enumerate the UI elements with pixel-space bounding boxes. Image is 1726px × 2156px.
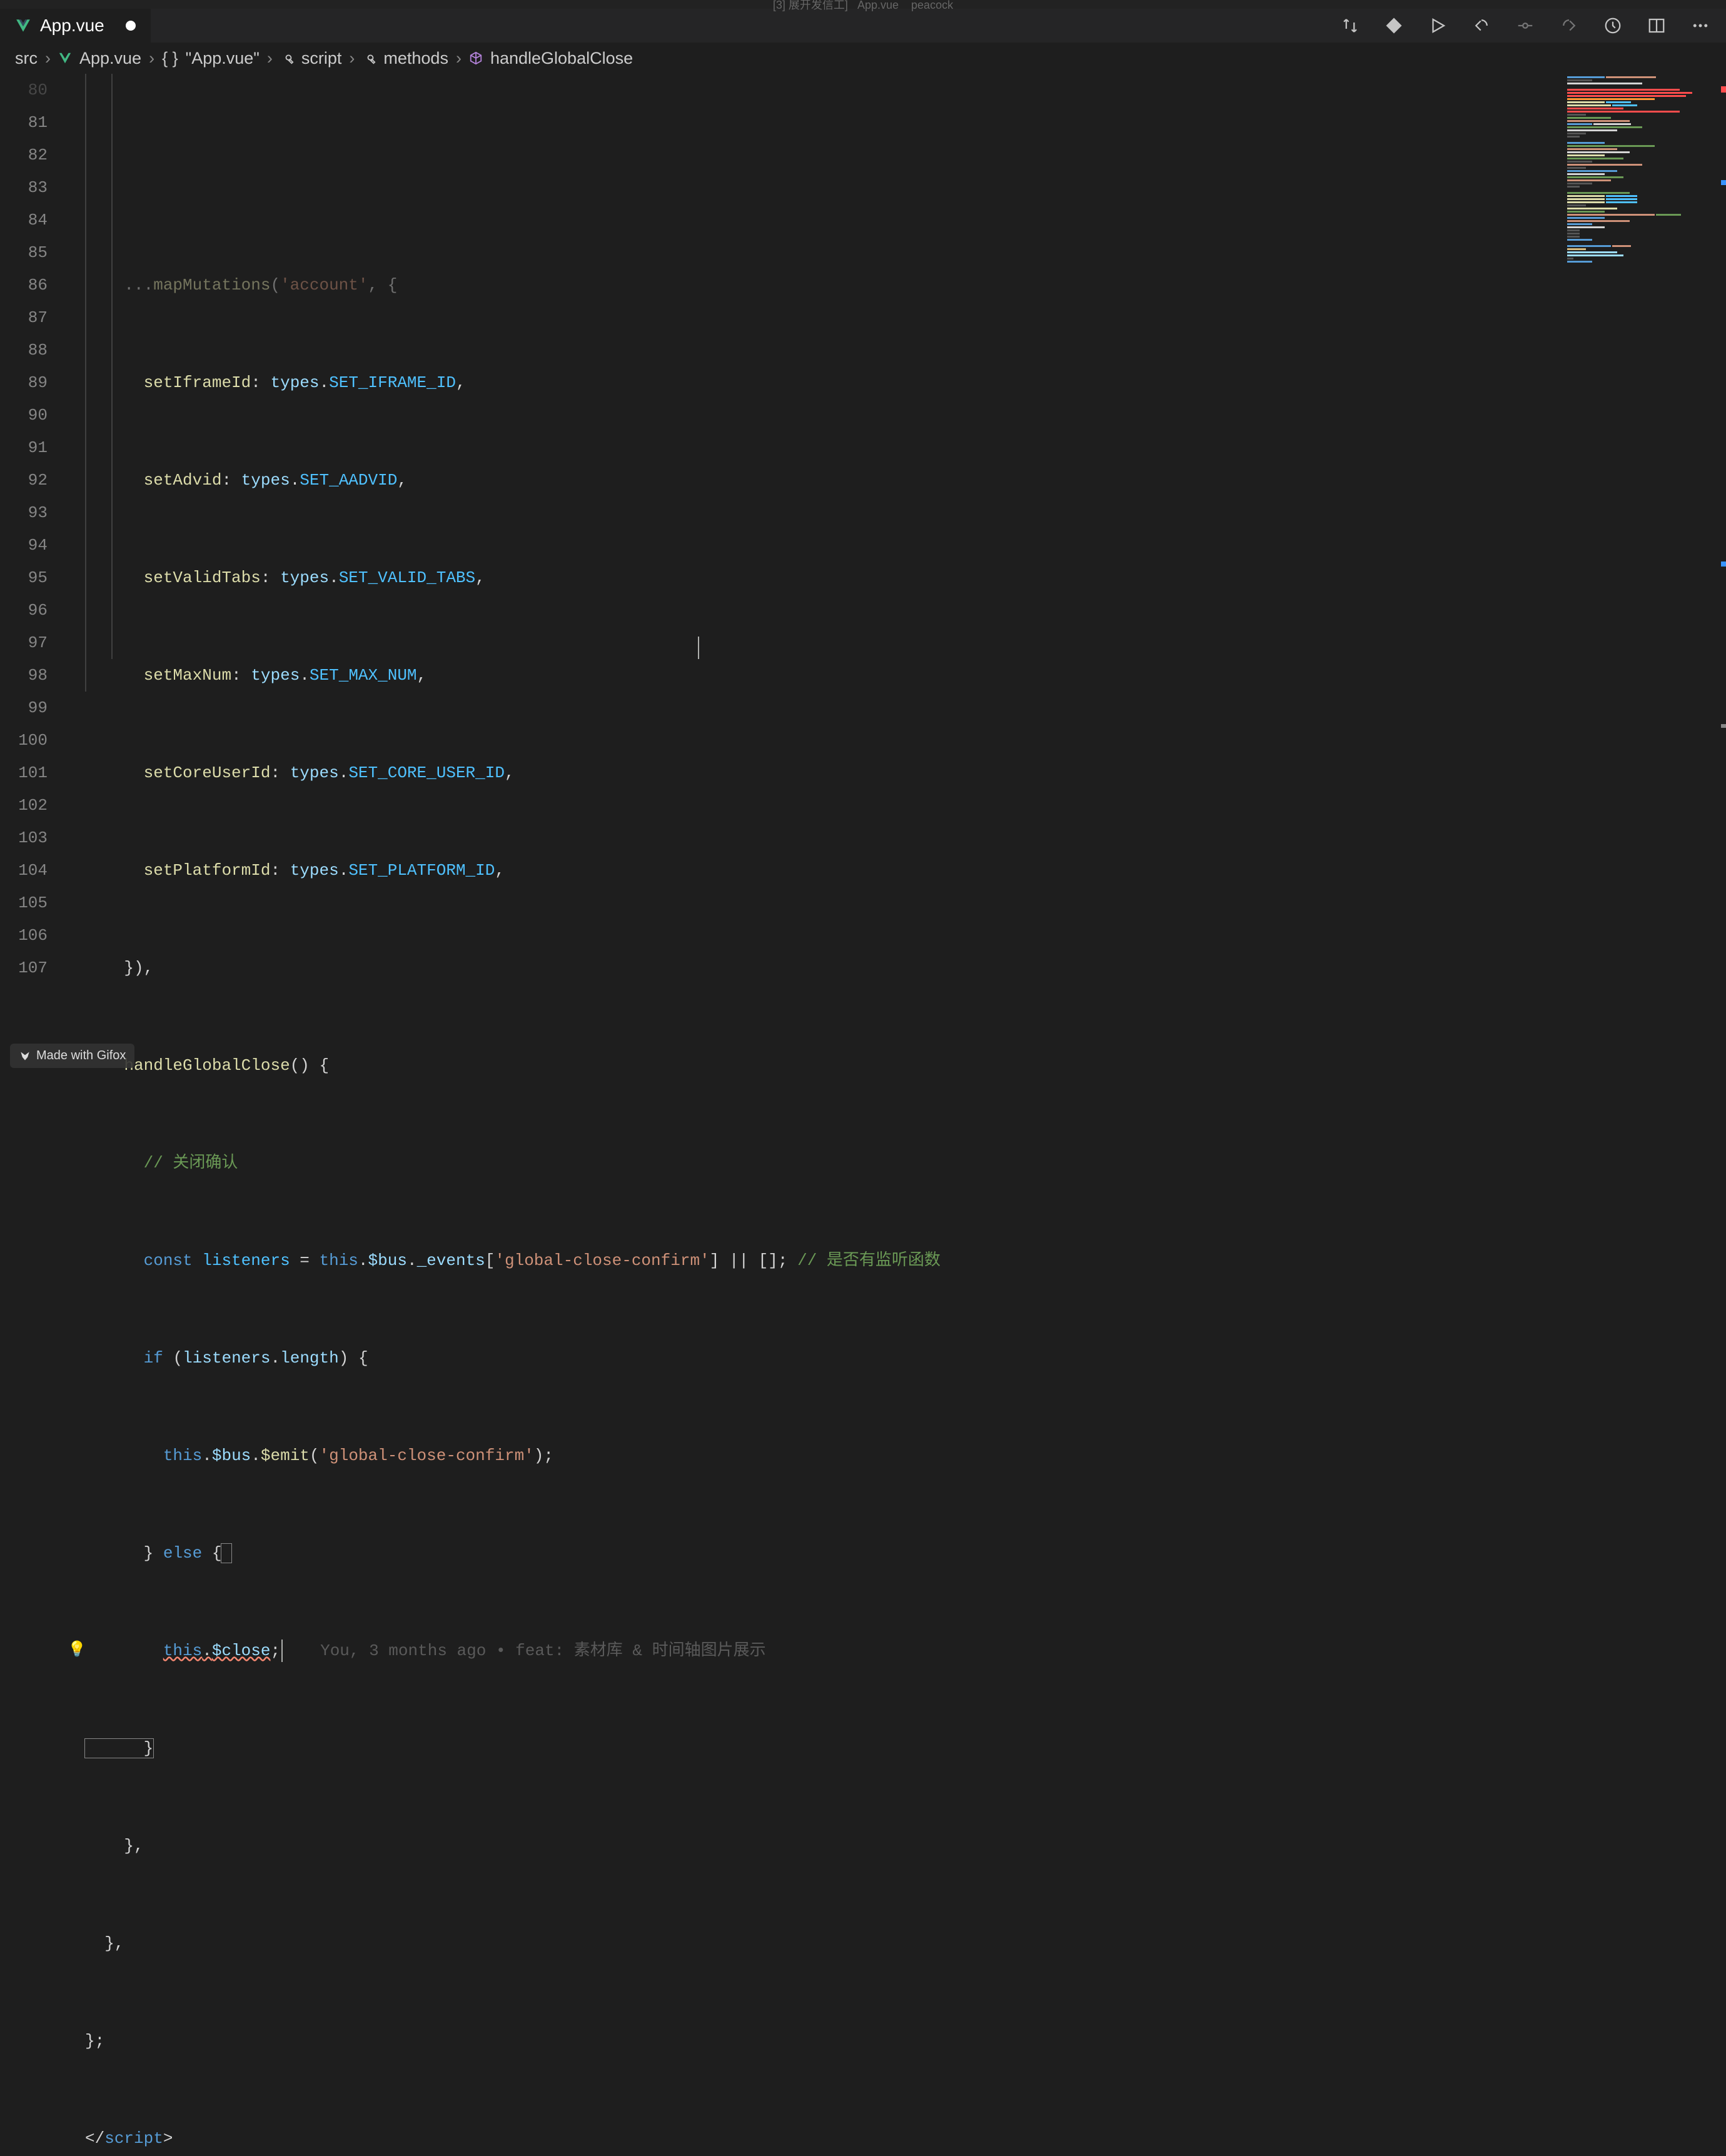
breadcrumb-item[interactable]: src: [15, 49, 38, 68]
git-commit-icon[interactable]: [1515, 15, 1536, 36]
code-content[interactable]: ...mapMutations('account', { setIframeId…: [85, 74, 1563, 1078]
minimap[interactable]: [1563, 74, 1726, 1078]
braces-icon: { }: [162, 49, 178, 68]
breadcrumb-item[interactable]: script: [301, 49, 342, 68]
line-number-gutter[interactable]: 80 81828384 85868788 89909192 93949596 9…: [0, 74, 63, 1078]
breadcrumb-item[interactable]: "App.vue": [186, 49, 260, 68]
overview-ruler-mark[interactable]: [1721, 724, 1726, 728]
chevron-right-icon: ›: [149, 49, 154, 68]
window-titlebar: [3] 展开发信工] App.vue peacock: [0, 0, 1726, 9]
revert-icon[interactable]: [1558, 15, 1580, 36]
gifox-watermark: Made with Gifox: [10, 1044, 134, 1068]
vue-file-icon: [15, 18, 31, 34]
step-back-icon[interactable]: [1471, 15, 1492, 36]
text-cursor: [698, 637, 699, 659]
breadcrumb-item[interactable]: App.vue: [79, 49, 141, 68]
breadcrumb-item[interactable]: handleGlobalClose: [490, 49, 633, 68]
tab-app-vue[interactable]: App.vue: [0, 9, 151, 43]
overview-ruler-mark[interactable]: [1721, 562, 1726, 567]
wrench-icon: [362, 51, 376, 65]
text-cursor: [281, 1640, 283, 1662]
breadcrumb-item[interactable]: methods: [383, 49, 448, 68]
lightbulb-icon[interactable]: 💡: [68, 1635, 86, 1667]
chevron-right-icon: ›: [45, 49, 51, 68]
chevron-right-icon: ›: [456, 49, 462, 68]
run-icon[interactable]: [1427, 15, 1448, 36]
chevron-right-icon: ›: [349, 49, 355, 68]
split-editor-icon[interactable]: [1646, 15, 1667, 36]
editor-tabs: App.vue: [0, 9, 1726, 43]
vue-file-icon: [58, 51, 72, 65]
chevron-right-icon: ›: [267, 49, 273, 68]
dirty-indicator-icon: [126, 21, 136, 31]
editor-area: 80 81828384 85868788 89909192 93949596 9…: [0, 74, 1726, 1078]
more-actions-icon[interactable]: [1690, 15, 1711, 36]
overview-ruler-error[interactable]: [1721, 86, 1726, 93]
compare-changes-icon[interactable]: [1340, 15, 1361, 36]
tab-filename: App.vue: [40, 16, 104, 36]
git-blame-lens[interactable]: You, 3 months ago • feat: 素材库 & 时间轴图片展示: [320, 1641, 765, 1660]
breadcrumb[interactable]: src › App.vue › { } "App.vue" › script ›…: [0, 43, 1726, 74]
diamond-icon[interactable]: [1383, 15, 1405, 36]
timeline-icon[interactable]: [1602, 15, 1623, 36]
wrench-icon: [280, 51, 294, 65]
folding-gutter[interactable]: [63, 74, 85, 1078]
cube-icon: [469, 51, 483, 65]
overview-ruler-mark[interactable]: [1721, 180, 1726, 185]
editor-actions: [1340, 9, 1726, 43]
